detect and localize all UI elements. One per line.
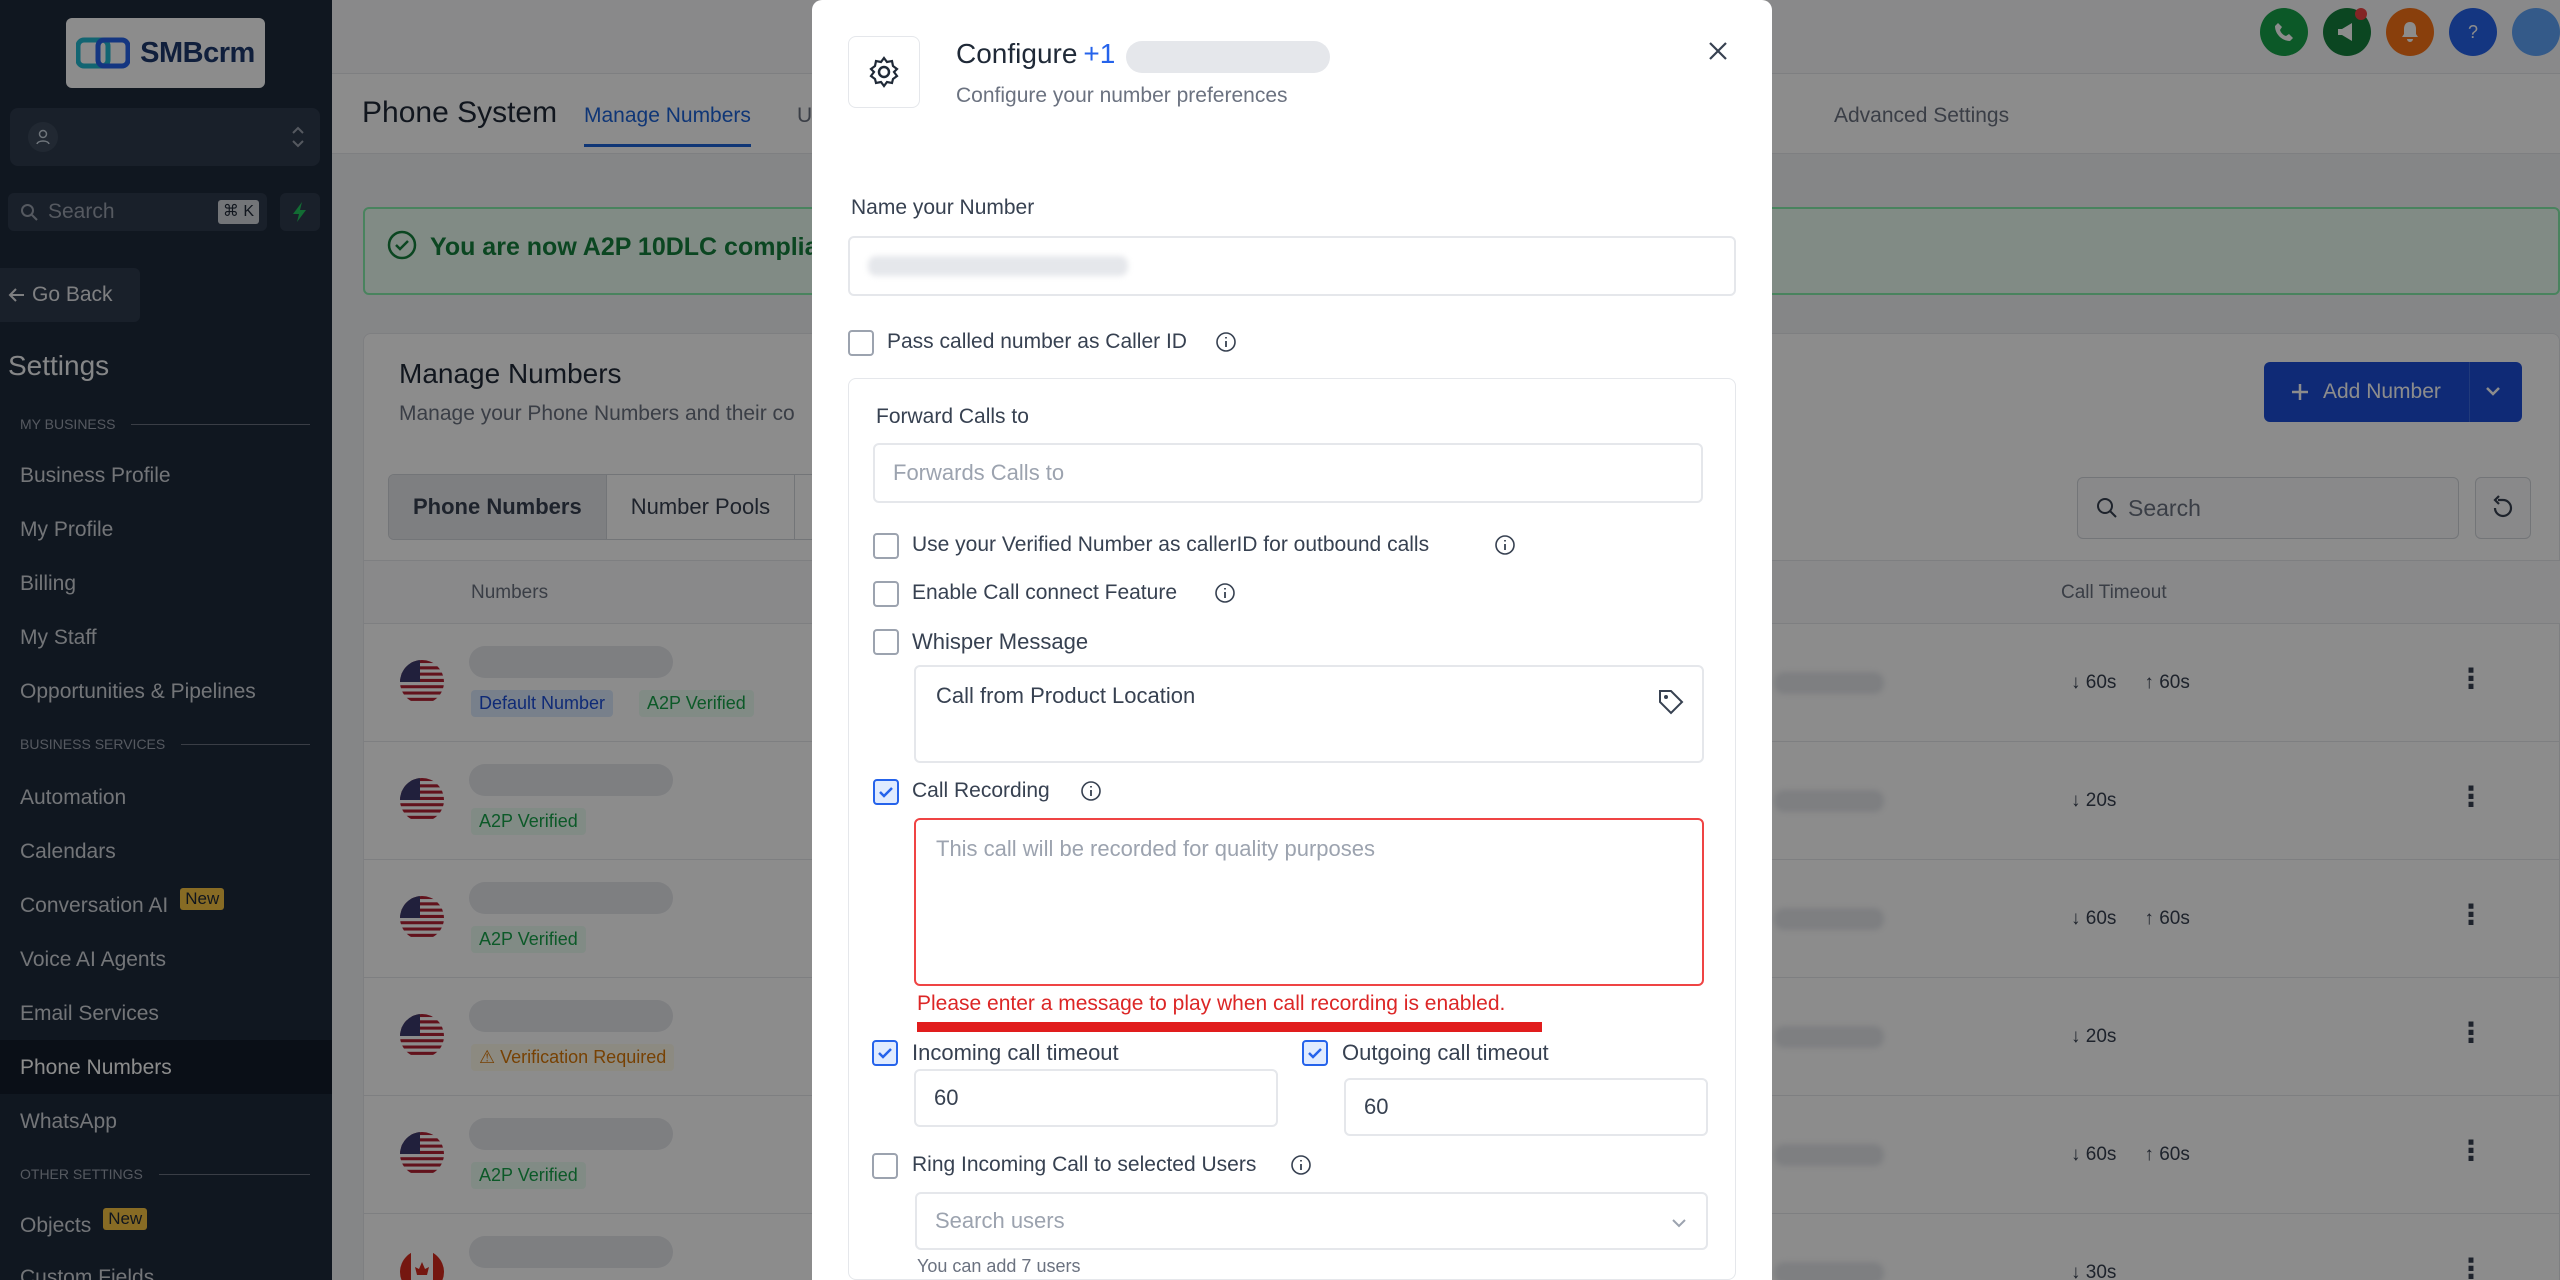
call-connect-label: Enable Call connect Feature (912, 581, 1177, 604)
close-icon[interactable] (1705, 38, 1731, 64)
gear-icon-box (848, 36, 920, 108)
ring-users-checkbox[interactable] (872, 1153, 898, 1179)
check-icon (1308, 1048, 1322, 1059)
incoming-timeout-input[interactable]: 60 (914, 1069, 1278, 1127)
error-underline (917, 1022, 1542, 1032)
whisper-message-value: Call from Product Location (936, 683, 1196, 708)
forward-calls-input[interactable]: Forwards Calls to (873, 443, 1703, 503)
check-icon (878, 1048, 892, 1059)
pass-caller-id-checkbox[interactable] (848, 330, 874, 356)
recording-error-message: Please enter a message to play when call… (917, 992, 1506, 1015)
info-icon[interactable] (1214, 582, 1236, 604)
modal-subtitle: Configure your number preferences (956, 84, 1288, 107)
tag-icon[interactable] (1656, 687, 1686, 717)
forward-calls-label: Forward Calls to (876, 405, 1029, 428)
call-recording-label: Call Recording (912, 779, 1050, 802)
whisper-message-textarea[interactable]: Call from Product Location (914, 665, 1704, 763)
info-icon[interactable] (1080, 780, 1102, 802)
modal-title: Configure +1 (956, 38, 1115, 70)
configure-number-modal: Configure +1 Configure your number prefer… (812, 0, 1772, 1280)
use-verified-label: Use your Verified Number as callerID for… (912, 533, 1430, 556)
incoming-timeout-label: Incoming call timeout (912, 1040, 1119, 1065)
incoming-timeout-value: 60 (934, 1085, 959, 1110)
recording-message-textarea[interactable]: This call will be recorded for quality p… (914, 818, 1704, 986)
name-number-label: Name your Number (851, 196, 1035, 219)
pass-caller-id-label: Pass called number as Caller ID (887, 330, 1187, 353)
info-icon[interactable] (1494, 534, 1516, 556)
forward-calls-placeholder: Forwards Calls to (893, 460, 1065, 485)
modal-title-text: Configure (956, 38, 1078, 69)
whisper-message-checkbox[interactable] (873, 629, 899, 655)
outgoing-timeout-checkbox[interactable] (1302, 1040, 1328, 1066)
use-verified-checkbox[interactable] (873, 533, 899, 559)
users-limit-hint: You can add 7 users (917, 1256, 1081, 1276)
redacted-value (868, 256, 1128, 276)
call-recording-checkbox[interactable] (873, 779, 899, 805)
chevron-down-icon (1672, 1219, 1686, 1228)
call-connect-checkbox[interactable] (873, 581, 899, 607)
gear-icon (869, 56, 899, 88)
search-users-placeholder: Search users (935, 1208, 1065, 1233)
info-icon[interactable] (1215, 331, 1237, 353)
info-icon[interactable] (1290, 1154, 1312, 1176)
number-name-input[interactable] (848, 236, 1736, 296)
search-users-select[interactable]: Search users (915, 1192, 1708, 1250)
redacted-number (1126, 41, 1330, 73)
forwarding-section: Forward Calls to Forwards Calls to Use y… (848, 378, 1736, 1280)
incoming-timeout-checkbox[interactable] (872, 1040, 898, 1066)
check-icon (879, 787, 893, 798)
outgoing-timeout-value: 60 (1364, 1094, 1389, 1119)
outgoing-timeout-label: Outgoing call timeout (1342, 1040, 1549, 1065)
whisper-message-label: Whisper Message (912, 629, 1089, 654)
ring-users-label: Ring Incoming Call to selected Users (912, 1153, 1257, 1176)
country-code: +1 (1083, 38, 1116, 69)
outgoing-timeout-input[interactable]: 60 (1344, 1078, 1708, 1136)
recording-message-placeholder: This call will be recorded for quality p… (936, 836, 1375, 861)
